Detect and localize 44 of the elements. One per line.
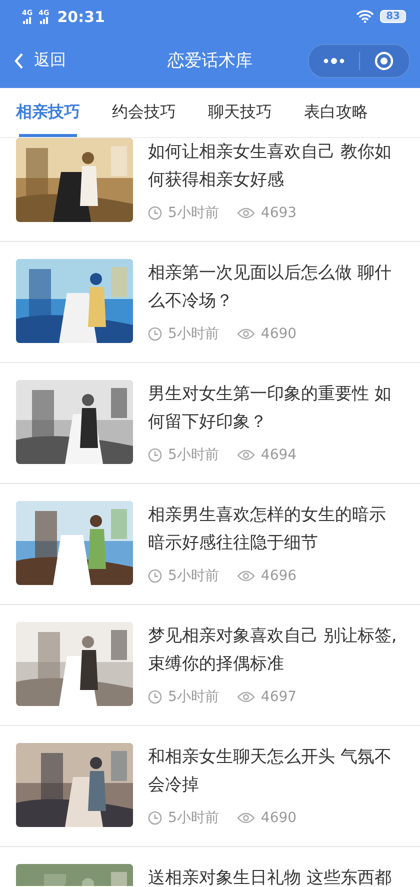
view-count: 4693	[260, 205, 297, 221]
post-time: 5小时前	[168, 688, 219, 706]
article-title[interactable]: 如何让相亲女生喜欢自己 教你如何获得相亲女好感	[148, 138, 402, 194]
eye-icon	[236, 449, 255, 461]
article-title[interactable]: 梦见相亲对象喜欢自己 别让标签,束缚你的择偶标准	[148, 622, 402, 678]
back-button[interactable]: 返回	[14, 50, 66, 71]
post-time: 5小时前	[168, 446, 219, 464]
eye-icon	[236, 328, 255, 340]
eye-icon	[236, 570, 255, 582]
eye-icon	[236, 691, 255, 703]
article-title[interactable]: 送相亲对象生日礼物 这些东西都	[148, 864, 402, 886]
view-count: 4696	[260, 568, 297, 584]
tab-underline	[19, 134, 77, 137]
article-title[interactable]: 相亲男生喜欢怎样的女生的暗示暗示好感往往隐于细节	[148, 501, 402, 557]
post-time: 5小时前	[168, 204, 219, 222]
view-count: 4690	[260, 810, 297, 826]
view-count: 4694	[260, 447, 297, 463]
wifi-icon	[356, 10, 374, 23]
article-title[interactable]: 相亲第一次见面以后怎么做 聊什么不冷场？	[148, 259, 402, 315]
tab[interactable]: 表白攻略	[304, 88, 368, 137]
view-count: 4690	[260, 326, 297, 342]
clock-icon	[148, 569, 162, 583]
tab[interactable]: 相亲技巧	[16, 88, 80, 137]
clock-icon	[148, 811, 162, 825]
post-time: 5小时前	[168, 325, 219, 343]
close-icon[interactable]	[374, 50, 394, 70]
clock-icon	[148, 690, 162, 704]
tab[interactable]: 聊天技巧	[208, 88, 272, 137]
view-count: 4697	[260, 689, 297, 705]
eye-icon	[236, 207, 255, 219]
post-time: 5小时前	[168, 809, 219, 827]
more-icon[interactable]	[322, 58, 345, 64]
clock-icon	[148, 448, 162, 462]
clock-icon	[148, 327, 162, 341]
page-title: 恋爱话术库	[168, 51, 252, 71]
article-title[interactable]: 男生对女生第一印象的重要性 如何留下好印象？	[148, 380, 402, 436]
battery-level: 83	[380, 10, 406, 23]
clock-icon	[148, 206, 162, 220]
chevron-left-icon	[14, 52, 24, 68]
article-title[interactable]: 和相亲女生聊天怎么开头 气氛不会冷掉	[148, 743, 402, 799]
eye-icon	[236, 812, 255, 824]
post-time: 5小时前	[168, 567, 219, 585]
tab[interactable]: 约会技巧	[112, 88, 176, 137]
status-time: 20:31	[57, 8, 105, 26]
